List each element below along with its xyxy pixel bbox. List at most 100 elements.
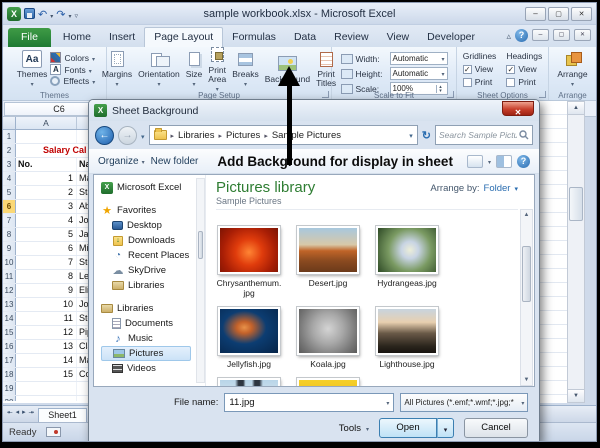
- nav-item-videos[interactable]: Videos: [101, 361, 205, 376]
- cell[interactable]: Stave: [77, 186, 88, 199]
- breadcrumb[interactable]: Libraries Pictures Sample Pictures: [148, 125, 418, 145]
- colors-button[interactable]: Colors: [50, 52, 95, 63]
- nav-item-downloads[interactable]: Downloads: [101, 233, 205, 248]
- breaks-button[interactable]: Breaks: [229, 49, 261, 89]
- cell[interactable]: Mich: [77, 242, 88, 255]
- gridlines-view-checkbox[interactable]: View: [462, 64, 497, 74]
- tools-button[interactable]: Tools: [339, 423, 369, 434]
- row-header[interactable]: 12: [3, 284, 16, 297]
- headings-view-checkbox[interactable]: View: [506, 64, 542, 74]
- row-header[interactable]: 15: [3, 326, 16, 339]
- scale-to-fit-dialog-launcher-icon[interactable]: [447, 91, 454, 98]
- size-button[interactable]: Size: [183, 49, 206, 89]
- previous-sheet-icon[interactable]: [16, 401, 20, 419]
- file-item[interactable]: Koala.jpg: [295, 306, 361, 369]
- arrange-by-control[interactable]: Arrange by: Folder: [430, 180, 518, 194]
- cell[interactable]: Abha: [77, 200, 88, 213]
- undo-icon[interactable]: [38, 5, 47, 23]
- cell[interactable]: 6: [16, 242, 77, 255]
- file-item[interactable]: Penguins.jpg: [216, 377, 282, 386]
- cell[interactable]: [77, 130, 88, 143]
- file-list-scrollbar[interactable]: ▲ ▼: [520, 209, 533, 386]
- next-sheet-icon[interactable]: [22, 401, 26, 419]
- excel-app-icon[interactable]: [7, 6, 21, 21]
- cell[interactable]: Steph: [77, 256, 88, 269]
- tab-home[interactable]: Home: [54, 28, 100, 47]
- scrollbar-thumb[interactable]: [522, 246, 531, 302]
- row-header[interactable]: 2: [3, 144, 16, 157]
- file-name-combobox[interactable]: 11.jpg: [224, 393, 395, 412]
- cell[interactable]: Lesi: [77, 270, 88, 283]
- row-header[interactable]: 10: [3, 256, 16, 269]
- minimize-ribbon-icon[interactable]: [506, 26, 511, 44]
- fonts-button[interactable]: Fonts: [50, 64, 95, 75]
- sheet-options-dialog-launcher-icon[interactable]: [539, 91, 546, 98]
- change-view-icon[interactable]: [496, 154, 512, 168]
- cell[interactable]: Marc: [77, 172, 88, 185]
- qat-customize-icon[interactable]: [74, 5, 78, 23]
- breadcrumb-pictures[interactable]: Pictures: [226, 130, 260, 141]
- cell[interactable]: [16, 130, 77, 143]
- page-setup-dialog-launcher-icon[interactable]: [322, 91, 329, 98]
- file-type-combobox[interactable]: All Pictures (*.emf;*.wmf;*.jpg;*: [400, 393, 529, 412]
- cell[interactable]: 2: [16, 186, 77, 199]
- row-header[interactable]: 18: [3, 368, 16, 381]
- dialog-help-icon[interactable]: [517, 154, 530, 168]
- row-header-selected[interactable]: 6: [3, 200, 16, 213]
- row-header[interactable]: 19: [3, 382, 16, 395]
- nav-item-desktop[interactable]: Desktop: [101, 218, 205, 233]
- file-item[interactable]: Desert.jpg: [295, 225, 361, 298]
- nav-item-documents[interactable]: Documents: [101, 316, 205, 331]
- cell[interactable]: [16, 382, 77, 395]
- row-header[interactable]: 13: [3, 298, 16, 311]
- file-item[interactable]: Chrysanthemum.jpg: [216, 225, 282, 298]
- cell[interactable]: 5: [16, 228, 77, 241]
- cell[interactable]: 9: [16, 284, 77, 297]
- row-header[interactable]: 17: [3, 354, 16, 367]
- views-dropdown-icon[interactable]: [488, 156, 491, 167]
- forward-button[interactable]: [118, 125, 137, 145]
- back-button[interactable]: [95, 125, 114, 145]
- search-box[interactable]: [435, 125, 533, 145]
- margins-button[interactable]: Margins: [99, 49, 135, 89]
- refresh-icon[interactable]: [422, 126, 431, 144]
- tab-review[interactable]: Review: [325, 28, 377, 47]
- redo-dropdown-icon[interactable]: [68, 5, 71, 23]
- tab-data[interactable]: Data: [285, 28, 325, 47]
- cell[interactable]: Clarc: [77, 340, 88, 353]
- cell[interactable]: 3: [16, 200, 77, 213]
- orientation-button[interactable]: Orientation: [135, 49, 183, 89]
- preview-pane-icon[interactable]: [466, 154, 483, 168]
- file-item[interactable]: Hydrangeas.jpg: [374, 225, 440, 298]
- file-item[interactable]: Tulips.jpg: [295, 377, 361, 386]
- cell[interactable]: Jay: [77, 228, 88, 241]
- cell[interactable]: 15: [16, 368, 77, 381]
- cell[interactable]: 13: [16, 340, 77, 353]
- sheet-tab[interactable]: Sheet1: [38, 408, 87, 422]
- row-header[interactable]: 16: [3, 340, 16, 353]
- cell[interactable]: 4: [16, 214, 77, 227]
- last-sheet-icon[interactable]: [29, 401, 35, 419]
- cell[interactable]: 7: [16, 256, 77, 269]
- file-item[interactable]: Jellyfish.jpg: [216, 306, 282, 369]
- workbook-close-button[interactable]: [574, 29, 591, 41]
- undo-dropdown-icon[interactable]: [50, 5, 53, 23]
- dialog-close-button[interactable]: [502, 100, 534, 116]
- organize-button[interactable]: Organize: [98, 156, 145, 167]
- cell[interactable]: [77, 396, 88, 401]
- breadcrumb-libraries[interactable]: Libraries: [178, 130, 214, 141]
- row-header[interactable]: 5: [3, 186, 16, 199]
- tab-formulas[interactable]: Formulas: [223, 28, 285, 47]
- nav-item-libraries[interactable]: Libraries: [101, 301, 205, 316]
- row-header[interactable]: 8: [3, 228, 16, 241]
- scroll-down-icon[interactable]: ▼: [524, 375, 530, 385]
- select-all-corner[interactable]: [3, 117, 16, 129]
- cell[interactable]: 10: [16, 298, 77, 311]
- workbook-restore-button[interactable]: [553, 29, 570, 41]
- cell[interactable]: 14: [16, 354, 77, 367]
- cell[interactable]: 12: [16, 326, 77, 339]
- cell[interactable]: [77, 382, 88, 395]
- redo-icon[interactable]: [56, 5, 65, 23]
- tab-view[interactable]: View: [378, 28, 419, 47]
- restore-button[interactable]: [548, 6, 569, 21]
